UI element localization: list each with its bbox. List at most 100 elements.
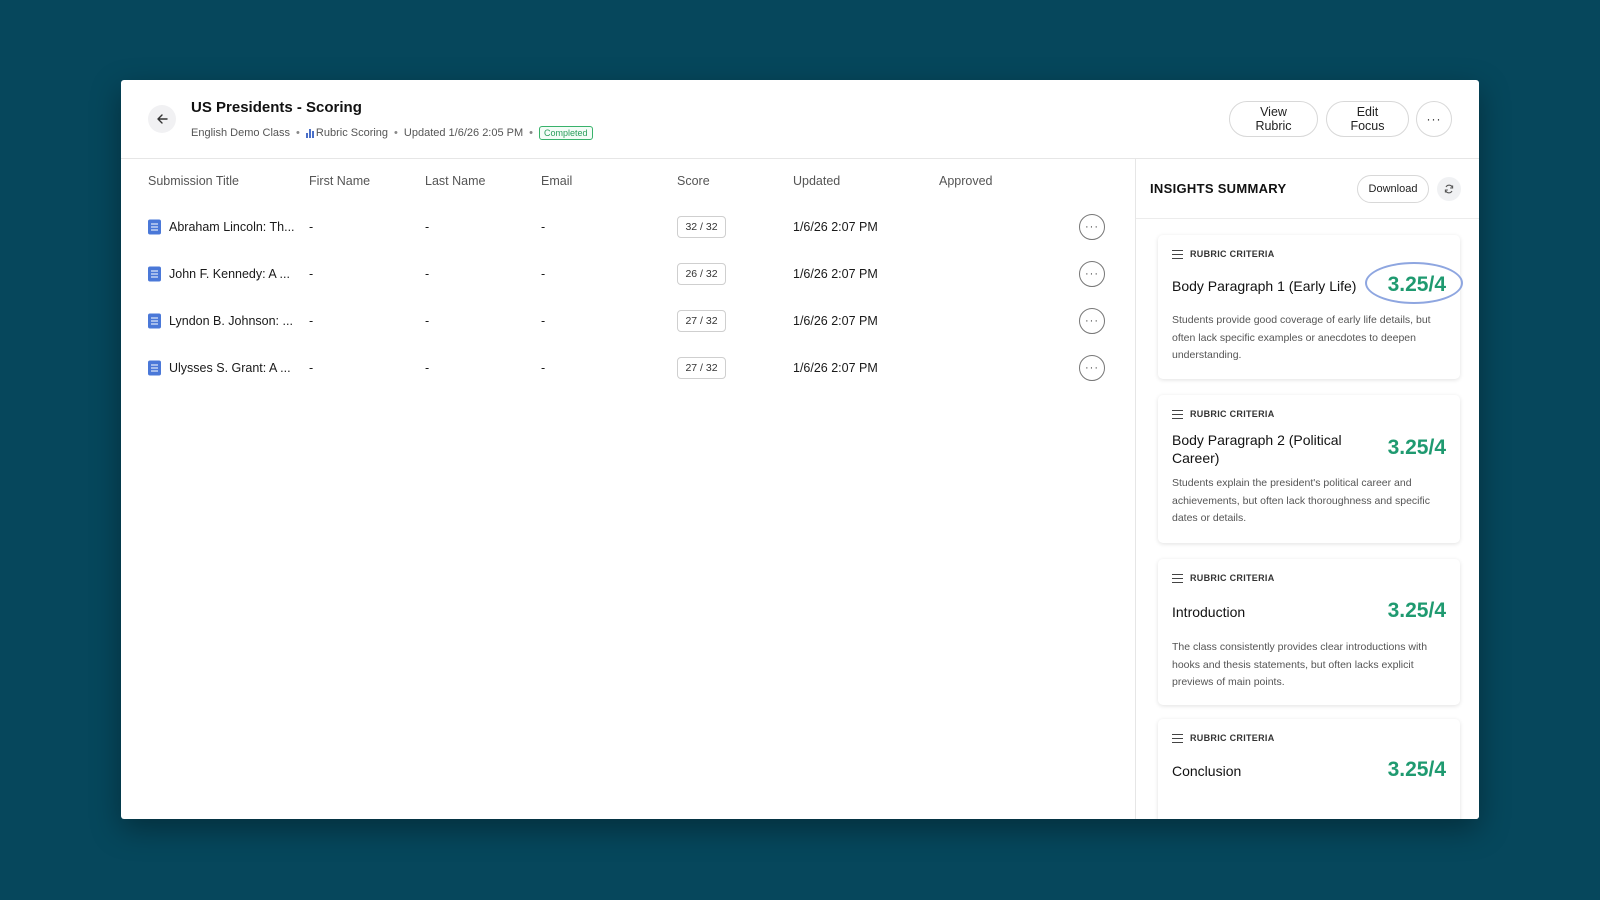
page-header: US Presidents - Scoring English Demo Cla…	[121, 80, 1479, 159]
rubric-criteria-card[interactable]: RUBRIC CRITERIA Body Paragraph 2 (Politi…	[1158, 395, 1460, 543]
criteria-score: 3.25/4	[1387, 599, 1446, 622]
first-name: -	[309, 220, 314, 234]
submission-title[interactable]: John F. Kennedy: A ...	[169, 267, 290, 281]
row-more-button[interactable]: ···	[1079, 355, 1105, 381]
ellipsis-icon: ···	[1085, 268, 1099, 280]
submissions-table: Submission Title First Name Last Name Em…	[121, 160, 1135, 819]
refresh-button[interactable]	[1437, 177, 1461, 201]
list-icon	[1172, 733, 1183, 743]
more-options-button[interactable]: ···	[1416, 101, 1452, 137]
rubric-criteria-card[interactable]: RUBRIC CRITERIA Body Paragraph 1 (Early …	[1158, 235, 1463, 379]
criteria-label: RUBRIC CRITERIA	[1172, 249, 1275, 259]
status-badge: Completed	[539, 126, 593, 140]
table-row[interactable]: Lyndon B. Johnson: ... - - - 27 / 32 1/6…	[121, 298, 1135, 344]
criteria-score: 3.25/4	[1387, 758, 1446, 781]
column-header-updated[interactable]: Updated	[793, 174, 840, 188]
criteria-label-text: RUBRIC CRITERIA	[1190, 573, 1275, 583]
column-header-last-name[interactable]: Last Name	[425, 174, 485, 188]
last-name: -	[425, 314, 430, 328]
app-window: US Presidents - Scoring English Demo Cla…	[121, 80, 1479, 819]
table-row[interactable]: Abraham Lincoln: Th... - - - 32 / 32 1/6…	[121, 204, 1135, 250]
insights-title: INSIGHTS SUMMARY	[1150, 181, 1287, 196]
bar-chart-icon	[305, 128, 314, 138]
submission-title[interactable]: Ulysses S. Grant: A ...	[169, 361, 291, 375]
download-button[interactable]: Download	[1357, 175, 1429, 203]
last-name: -	[425, 220, 430, 234]
rubric-criteria-card[interactable]: RUBRIC CRITERIA Introduction 3.25/4 The …	[1158, 559, 1460, 705]
criteria-name: Body Paragraph 2 (Political Career)	[1172, 432, 1342, 466]
page-meta: English Demo Class • Rubric Scoring • Up…	[191, 126, 593, 140]
updated-time: 1/6/26 2:07 PM	[793, 220, 878, 234]
insights-header: INSIGHTS SUMMARY Download	[1136, 159, 1479, 219]
criteria-label: RUBRIC CRITERIA	[1172, 733, 1275, 743]
column-header-approved[interactable]: Approved	[939, 174, 993, 188]
ellipsis-icon: ···	[1085, 315, 1099, 327]
criteria-label-text: RUBRIC CRITERIA	[1190, 409, 1275, 419]
document-icon	[148, 360, 161, 376]
first-name: -	[309, 361, 314, 375]
submission-title[interactable]: Abraham Lincoln: Th...	[169, 220, 295, 234]
criteria-name: Conclusion	[1172, 763, 1242, 779]
email: -	[541, 314, 546, 328]
submission-title[interactable]: Lyndon B. Johnson: ...	[169, 314, 293, 328]
separator-dot: •	[296, 127, 300, 139]
updated-time: 1/6/26 2:07 PM	[793, 314, 878, 328]
score-pill: 26 / 32	[677, 263, 726, 285]
email: -	[541, 267, 546, 281]
separator-dot: •	[394, 127, 398, 139]
edit-focus-button[interactable]: Edit Focus	[1326, 101, 1409, 137]
insights-panel: INSIGHTS SUMMARY Download RUBRIC CRITERI…	[1135, 159, 1479, 819]
refresh-icon	[1444, 184, 1454, 194]
arrow-left-icon	[157, 114, 168, 124]
column-header-submission-title[interactable]: Submission Title	[148, 174, 239, 188]
updated-time: 1/6/26 2:07 PM	[793, 361, 878, 375]
score-pill: 27 / 32	[677, 310, 726, 332]
document-icon	[148, 219, 161, 235]
table-row[interactable]: Ulysses S. Grant: A ... - - - 27 / 32 1/…	[121, 345, 1135, 391]
updated-timestamp: Updated 1/6/26 2:05 PM	[403, 127, 524, 139]
updated-time: 1/6/26 2:07 PM	[793, 267, 878, 281]
ellipsis-icon: ···	[1085, 362, 1099, 374]
document-icon	[148, 313, 161, 329]
document-icon	[148, 266, 161, 282]
list-icon	[1172, 249, 1183, 259]
criteria-label: RUBRIC CRITERIA	[1172, 573, 1275, 583]
page-title: US Presidents - Scoring	[191, 99, 362, 116]
separator-dot: •	[529, 127, 534, 139]
last-name: -	[425, 361, 430, 375]
criteria-score: 3.25/4	[1387, 273, 1446, 296]
last-name: -	[425, 267, 430, 281]
criteria-description: The class consistently provides clear in…	[1172, 641, 1428, 688]
column-header-first-name[interactable]: First Name	[309, 174, 370, 188]
row-more-button[interactable]: ···	[1079, 214, 1105, 240]
scoring-type-label: Rubric Scoring	[315, 127, 389, 139]
scoring-type: Rubric Scoring	[305, 127, 389, 139]
table-row[interactable]: John F. Kennedy: A ... - - - 26 / 32 1/6…	[121, 251, 1135, 297]
list-icon	[1172, 573, 1183, 583]
rubric-criteria-card[interactable]: RUBRIC CRITERIA Conclusion 3.25/4	[1158, 719, 1460, 819]
criteria-score: 3.25/4	[1387, 436, 1446, 459]
ellipsis-icon: ···	[1085, 221, 1099, 233]
criteria-label: RUBRIC CRITERIA	[1172, 409, 1275, 419]
column-header-email[interactable]: Email	[541, 174, 572, 188]
score-pill: 27 / 32	[677, 357, 726, 379]
view-rubric-button[interactable]: View Rubric	[1229, 101, 1318, 137]
criteria-label-text: RUBRIC CRITERIA	[1190, 733, 1275, 743]
criteria-name: Introduction	[1172, 604, 1246, 620]
email: -	[541, 361, 546, 375]
list-icon	[1172, 409, 1183, 419]
row-more-button[interactable]: ···	[1079, 308, 1105, 334]
criteria-description: Students explain the president's politic…	[1172, 477, 1430, 524]
ellipsis-icon: ···	[1426, 112, 1442, 126]
class-name: English Demo Class	[191, 127, 291, 139]
back-button[interactable]	[148, 105, 176, 133]
email: -	[541, 220, 546, 234]
first-name: -	[309, 267, 314, 281]
row-more-button[interactable]: ···	[1079, 261, 1105, 287]
criteria-description: Students provide good coverage of early …	[1172, 314, 1431, 361]
criteria-label-text: RUBRIC CRITERIA	[1190, 249, 1275, 259]
column-header-score[interactable]: Score	[677, 174, 710, 188]
criteria-name: Body Paragraph 1 (Early Life)	[1172, 278, 1357, 294]
score-pill: 32 / 32	[677, 216, 726, 238]
first-name: -	[309, 314, 314, 328]
